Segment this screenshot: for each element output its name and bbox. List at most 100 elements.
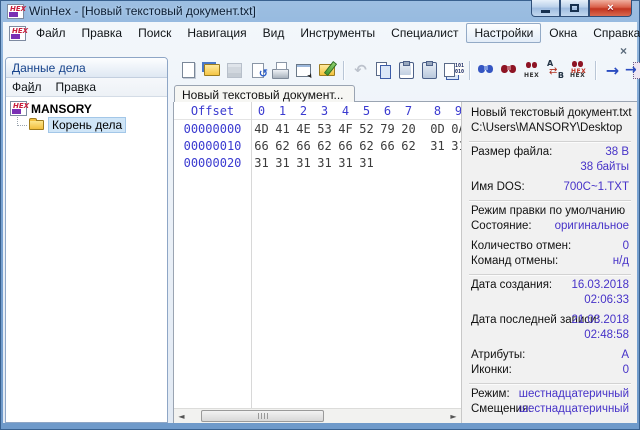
details-separator [471,196,629,205]
copy-icon[interactable] [372,59,395,81]
scroll-right-arrow[interactable]: ► [446,409,461,423]
details-value[interactable]: 21.03.2018 [571,314,629,326]
menu-item[interactable]: Поиск [130,23,179,43]
case-menu-item[interactable]: Правка [56,80,97,94]
menu-item[interactable]: Навигация [179,23,254,43]
hex-byte[interactable]: 66 [377,139,398,153]
hex-editor[interactable]: Offset 0123456789 000000004D414E534F5279… [174,102,461,408]
hex-byte[interactable]: 31 [427,139,448,153]
text-converter-icon[interactable]: B [544,59,567,81]
find-hex-icon[interactable] [498,59,521,81]
find-hex-values-icon[interactable] [521,59,544,81]
minimize-button[interactable] [531,0,560,17]
menu-item[interactable]: Окна [541,23,585,43]
close-button[interactable]: × [589,0,632,17]
hex-byte[interactable]: 66 [251,139,272,153]
hex-byte[interactable]: 31 [251,156,272,170]
hex-byte[interactable]: 31 [293,156,314,170]
hex-byte[interactable]: 52 [356,122,377,136]
hex-byte[interactable]: 0A [448,122,461,136]
open-folder-icon[interactable] [200,59,223,81]
horizontal-scrollbar[interactable]: ◄ ► [174,408,461,423]
menu-item[interactable]: Специалист [383,23,466,43]
details-text: C:\Users\MANSORY\Desktop [471,122,629,137]
menu-item[interactable]: Файл [28,23,74,43]
new-file-icon[interactable] [177,59,200,81]
hex-byte[interactable]: 62 [272,139,293,153]
hex-byte[interactable]: 62 [398,139,419,153]
details-row: Команд отмены:н/д [471,255,629,270]
hex-column-header: 3 [314,104,335,119]
hex-byte[interactable]: 4F [335,122,356,136]
properties-icon[interactable] [292,59,315,81]
tree-item-case-root[interactable]: MANSORY [8,100,165,117]
case-menu-item[interactable]: Файл [12,80,42,94]
hex-column-header: 5 [356,104,377,119]
hex-byte[interactable]: 53 [314,122,335,136]
details-value[interactable]: 700C~1.TXT [563,181,629,193]
details-value[interactable]: н/д [613,255,629,267]
hex-byte[interactable]: 0D [427,122,448,136]
details-value[interactable]: 38 B [605,146,629,158]
maximize-button[interactable] [560,0,589,17]
go-to-offset-icon[interactable] [624,59,640,81]
replace-hex-icon[interactable] [567,59,590,81]
app-icon[interactable] [7,4,24,19]
undo-icon[interactable] [349,59,372,81]
print-icon[interactable] [269,59,292,81]
document-icon[interactable] [9,26,26,41]
hex-byte[interactable]: 62 [356,139,377,153]
case-root-label: MANSORY [31,102,92,116]
hex-byte[interactable]: 20 [398,122,419,136]
caption-buttons: × [531,0,632,17]
case-child-label: Корень дела [48,117,126,133]
continue-search-icon[interactable] [601,59,624,81]
hex-byte[interactable]: 31 [272,156,293,170]
menu-item[interactable]: Правка [74,23,131,43]
hex-byte[interactable]: 31 [335,156,356,170]
paste-write-icon[interactable] [395,59,418,81]
copy-binary-icon[interactable] [441,59,464,81]
hex-byte[interactable]: 66 [293,139,314,153]
save-icon[interactable] [223,59,246,81]
details-value[interactable]: 0 [623,240,629,252]
details-value[interactable]: A [621,349,629,361]
details-row: 38 байты [471,161,629,176]
details-value[interactable]: шестнадцатеричный [519,388,629,400]
hex-byte[interactable]: 66 [335,139,356,153]
hex-column-header: 6 [377,104,398,119]
details-value[interactable]: 0 [623,364,629,376]
hex-byte[interactable]: 41 [272,122,293,136]
menu-item[interactable]: Настройки [466,23,541,43]
details-row: Размер файла:38 B [471,146,629,161]
hex-byte[interactable]: 31 [356,156,377,170]
scrollbar-thumb[interactable] [201,410,324,422]
tree-item-case-child[interactable]: Корень дела [17,117,165,133]
scrollbar-track[interactable] [189,409,446,423]
hex-byte[interactable]: 31 [448,139,461,153]
details-value[interactable]: 16.03.2018 [571,279,629,291]
find-text-icon[interactable] [475,59,498,81]
details-value[interactable]: шестнадцатеричный [519,403,629,415]
hex-byte[interactable]: 4E [293,122,314,136]
details-value[interactable]: 02:06:33 [584,294,629,306]
edit-data-icon[interactable] [315,59,338,81]
scroll-left-arrow[interactable]: ◄ [174,409,189,423]
menu-item[interactable]: Инструменты [292,23,383,43]
hex-byte[interactable]: 79 [377,122,398,136]
details-value[interactable]: 38 байты [580,161,629,173]
paste-icon[interactable] [418,59,441,81]
hex-byte[interactable]: 4D [251,122,272,136]
case-menu-item-text: ка [84,80,96,94]
menu-item[interactable]: Вид [255,23,293,43]
details-value[interactable]: оригинальное [555,220,629,232]
hex-byte[interactable]: 62 [314,139,335,153]
details-value[interactable]: 02:48:58 [584,329,629,341]
tab-bar: Новый текстовый документ... [173,84,637,102]
hex-byte[interactable]: 31 [314,156,335,170]
document-tab[interactable]: Новый текстовый документ... [174,85,355,102]
mdi-close-button[interactable]: × [616,44,631,57]
offset-column-divider [251,102,252,408]
print-preview-icon[interactable] [246,59,269,81]
menu-item[interactable]: Справка [585,23,640,43]
